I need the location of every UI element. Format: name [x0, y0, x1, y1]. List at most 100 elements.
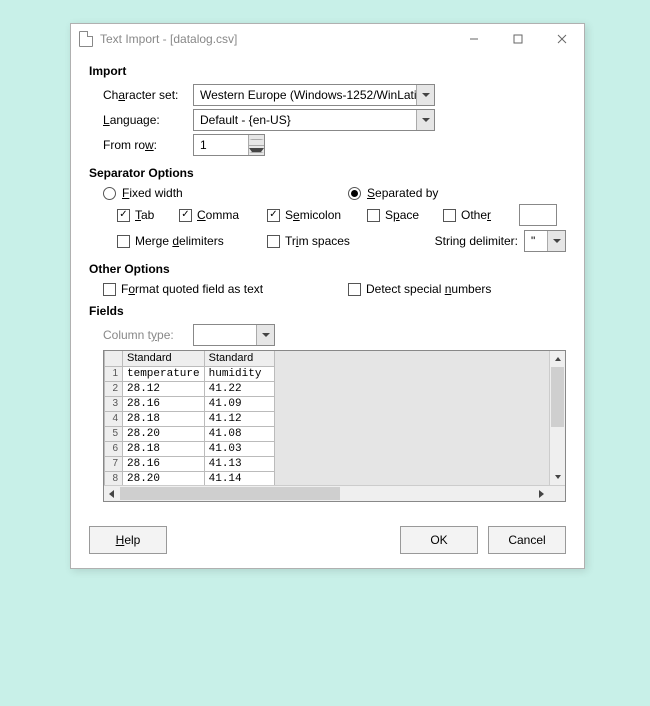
spinner-up[interactable] — [249, 135, 264, 146]
trim-label: Trim spaces — [285, 234, 350, 248]
table-row: 228.1241.22 — [105, 381, 275, 396]
fixed-width-label: Fixed width — [122, 186, 183, 200]
checkbox-icon — [117, 235, 130, 248]
cancel-button[interactable]: Cancel — [488, 526, 566, 554]
separator-mode-row: Fixed width Separated by — [103, 186, 566, 200]
radio-icon — [103, 187, 116, 200]
merge-label: Merge delimiters — [135, 234, 224, 248]
data-cell: 41.14 — [204, 471, 274, 485]
scroll-left-icon[interactable] — [104, 486, 120, 501]
rownum-cell: 1 — [105, 366, 123, 381]
rownum-cell: 8 — [105, 471, 123, 485]
tab-checkbox[interactable]: Tab — [117, 208, 179, 222]
fromrow-label: From row: — [103, 138, 193, 152]
other-checkbox[interactable]: Other — [443, 208, 519, 222]
rownum-cell: 3 — [105, 396, 123, 411]
other-delimiter-input[interactable] — [519, 204, 557, 226]
rownum-header — [105, 351, 123, 366]
charset-select[interactable]: Western Europe (Windows-1252/WinLatin 1) — [193, 84, 435, 106]
detect-numbers-label: Detect special numbers — [366, 282, 491, 296]
dialog-footer: Help OK Cancel — [89, 526, 566, 554]
separator-checks-row: Tab Comma Semicolon Space Other — [117, 204, 566, 226]
data-cell: 41.12 — [204, 411, 274, 426]
merge-delimiters-checkbox[interactable]: Merge delimiters — [117, 234, 267, 248]
table-row: 328.1641.09 — [105, 396, 275, 411]
language-label: Language: — [103, 113, 193, 127]
space-checkbox[interactable]: Space — [367, 208, 443, 222]
preview-panel: Standard Standard 1temperaturehumidity22… — [103, 350, 566, 502]
help-button[interactable]: Help — [89, 526, 167, 554]
minimize-button[interactable] — [452, 24, 496, 54]
semicolon-checkbox[interactable]: Semicolon — [267, 208, 367, 222]
chevron-down-icon — [547, 231, 565, 251]
column-type-row: Column type: — [103, 324, 566, 346]
string-delimiter-value: " — [525, 234, 547, 248]
fixed-width-radio-group[interactable]: Fixed width — [103, 186, 348, 200]
charset-value: Western Europe (Windows-1252/WinLatin 1) — [194, 88, 416, 102]
fromrow-row: From row: 1 — [103, 134, 566, 156]
preview-table-area[interactable]: Standard Standard 1temperaturehumidity22… — [104, 351, 549, 485]
window-controls — [452, 24, 584, 54]
close-button[interactable] — [540, 24, 584, 54]
checkbox-icon — [267, 209, 280, 222]
checkbox-icon — [367, 209, 380, 222]
table-row: 828.2041.14 — [105, 471, 275, 485]
separated-by-radio-group[interactable]: Separated by — [348, 186, 438, 200]
spinner-down[interactable] — [249, 146, 264, 156]
checkbox-icon — [267, 235, 280, 248]
comma-label: Comma — [197, 208, 239, 222]
scroll-corner — [549, 486, 565, 501]
scroll-up-icon[interactable] — [550, 351, 565, 367]
data-cell: 28.12 — [123, 381, 205, 396]
scroll-track[interactable] — [120, 486, 533, 501]
comma-checkbox[interactable]: Comma — [179, 208, 267, 222]
format-quoted-checkbox[interactable]: Format quoted field as text — [103, 282, 348, 296]
separated-by-label: Separated by — [367, 186, 438, 200]
data-cell: humidity — [204, 366, 274, 381]
data-cell: 28.18 — [123, 411, 205, 426]
scroll-down-icon[interactable] — [550, 469, 565, 485]
section-other: Other Options — [89, 262, 566, 276]
checkbox-icon — [103, 283, 116, 296]
chevron-down-icon — [256, 325, 274, 345]
checkbox-icon — [117, 209, 130, 222]
ok-button[interactable]: OK — [400, 526, 478, 554]
scroll-thumb[interactable] — [120, 487, 340, 500]
scroll-thumb[interactable] — [551, 367, 564, 427]
data-cell: 41.03 — [204, 441, 274, 456]
scroll-right-icon[interactable] — [533, 486, 549, 501]
col-header-1[interactable]: Standard — [123, 351, 205, 366]
horizontal-scrollbar[interactable] — [104, 485, 565, 501]
data-cell: temperature — [123, 366, 205, 381]
chevron-down-icon — [416, 85, 434, 105]
charset-row: Character set: Western Europe (Windows-1… — [103, 84, 566, 106]
space-label: Space — [385, 208, 419, 222]
section-separator: Separator Options — [89, 166, 566, 180]
column-type-select — [193, 324, 275, 346]
maximize-button[interactable] — [496, 24, 540, 54]
dialog-body: Import Character set: Western Europe (Wi… — [71, 54, 584, 568]
fromrow-value: 1 — [194, 135, 248, 155]
data-cell: 28.16 — [123, 456, 205, 471]
trim-spaces-checkbox[interactable]: Trim spaces — [267, 234, 399, 248]
section-fields: Fields — [89, 304, 566, 318]
scroll-track[interactable] — [550, 367, 565, 469]
col-header-2[interactable]: Standard — [204, 351, 274, 366]
data-cell: 41.13 — [204, 456, 274, 471]
data-cell: 28.16 — [123, 396, 205, 411]
fromrow-spinner[interactable]: 1 — [193, 134, 265, 156]
data-cell: 41.22 — [204, 381, 274, 396]
rownum-cell: 2 — [105, 381, 123, 396]
format-quoted-label: Format quoted field as text — [121, 282, 263, 296]
preview-table: Standard Standard 1temperaturehumidity22… — [104, 351, 275, 485]
data-cell: 41.09 — [204, 396, 274, 411]
vertical-scrollbar[interactable] — [549, 351, 565, 485]
detect-numbers-checkbox[interactable]: Detect special numbers — [348, 282, 491, 296]
radio-icon — [348, 187, 361, 200]
data-cell: 28.18 — [123, 441, 205, 456]
charset-label: Character set: — [103, 88, 193, 102]
language-select[interactable]: Default - {en-US} — [193, 109, 435, 131]
checkbox-icon — [443, 209, 456, 222]
text-import-dialog: Text Import - [datalog.csv] Import Chara… — [70, 23, 585, 569]
string-delimiter-select[interactable]: " — [524, 230, 566, 252]
